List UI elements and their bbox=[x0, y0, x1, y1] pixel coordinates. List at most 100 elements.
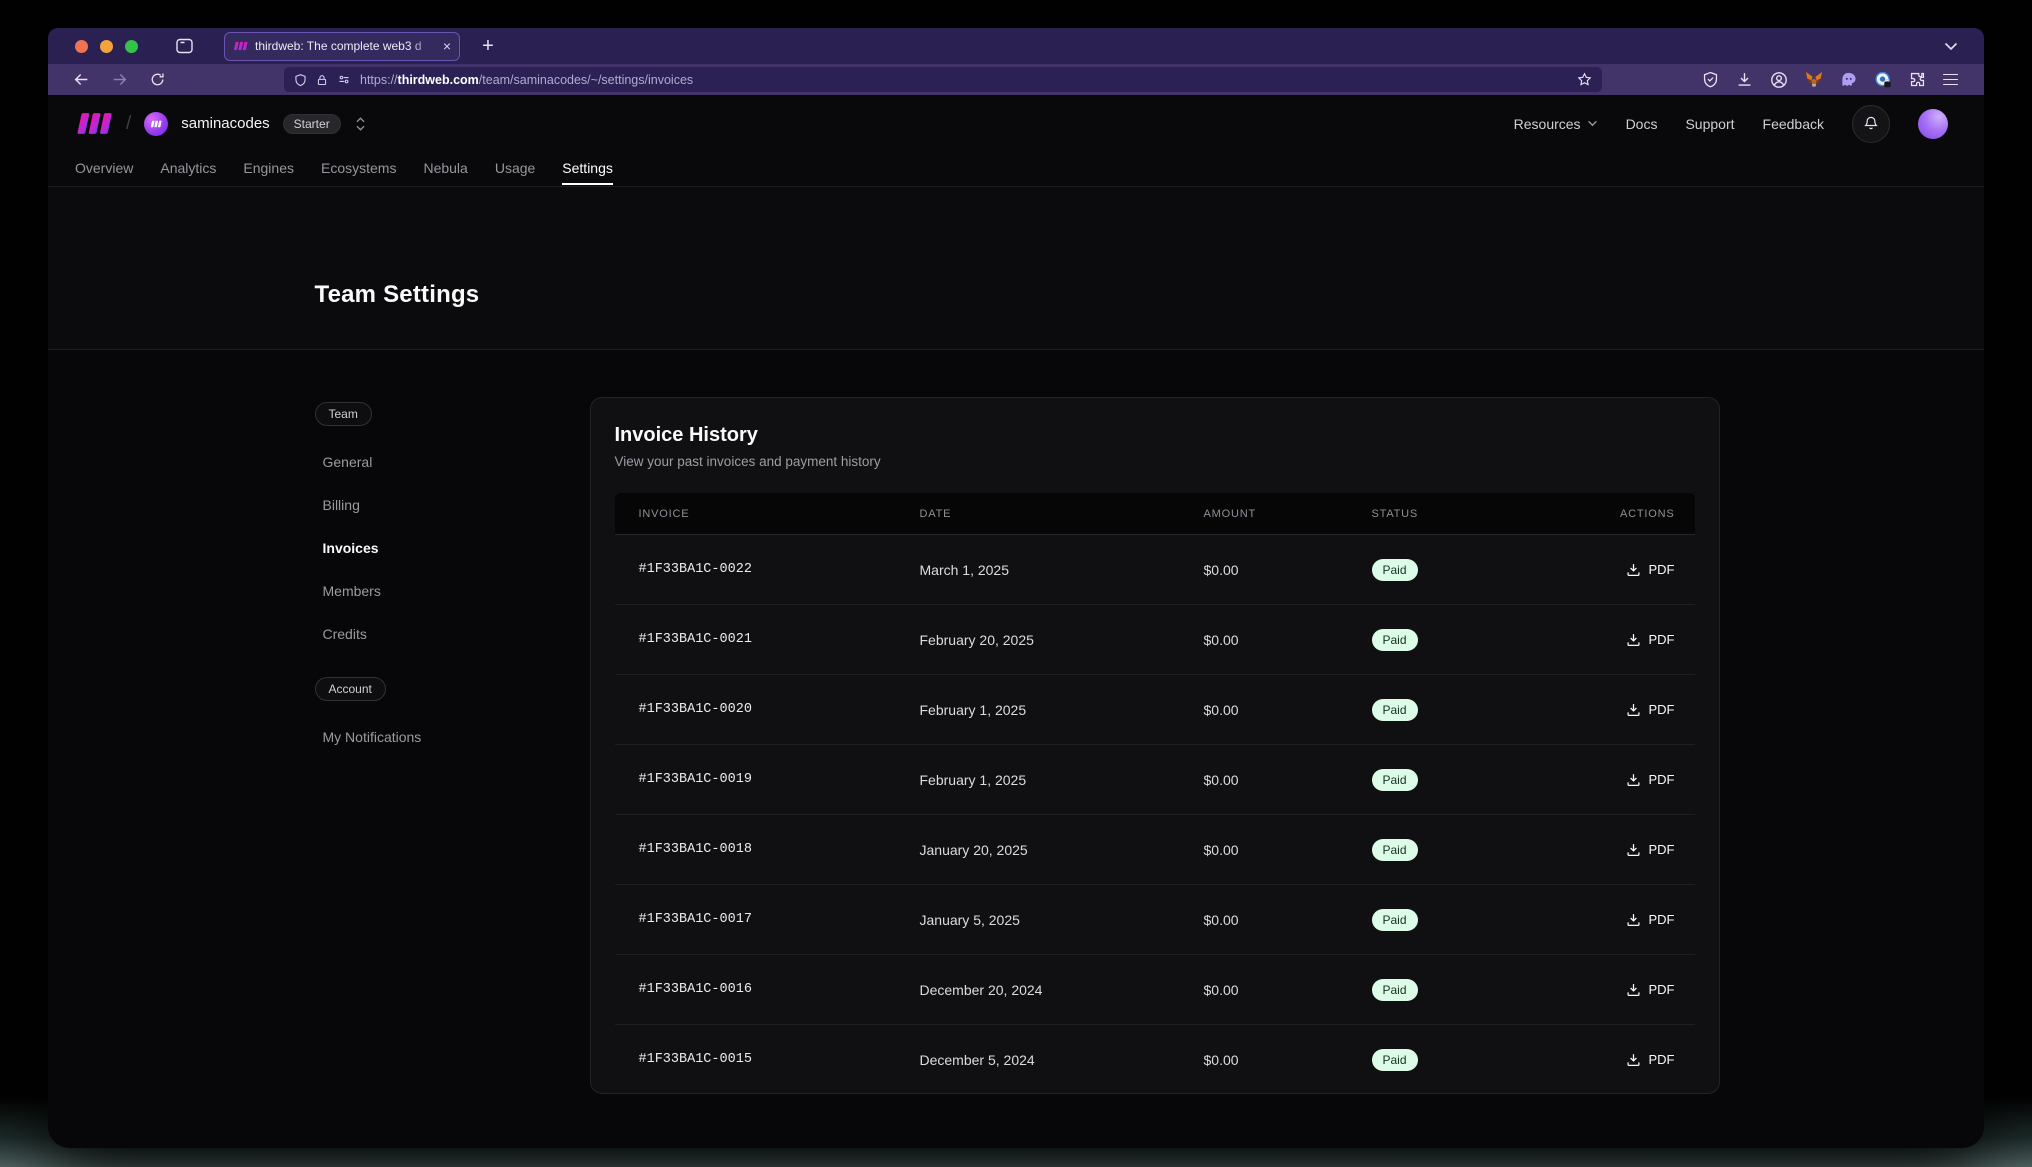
thirdweb-logo[interactable] bbox=[75, 112, 113, 135]
invoice-table: INVOICEDATEAMOUNTSTATUSACTIONS #1F33BA1C… bbox=[615, 493, 1695, 1094]
invoice-history-card: Invoice History View your past invoices … bbox=[590, 397, 1720, 1094]
status-badge: Paid bbox=[1372, 559, 1418, 581]
dashboard-tab[interactable]: Nebula bbox=[423, 152, 467, 185]
window-controls bbox=[75, 40, 138, 53]
bookmark-star-icon[interactable] bbox=[1577, 72, 1592, 87]
account-icon[interactable] bbox=[1770, 71, 1788, 89]
lock-icon[interactable] bbox=[316, 73, 328, 87]
table-row: #1F33BA1C-0016 December 20, 2024 $0.00 P… bbox=[615, 954, 1695, 1024]
tracking-shield-icon[interactable] bbox=[294, 73, 307, 87]
support-link[interactable]: Support bbox=[1685, 116, 1734, 132]
download-pdf-button[interactable]: PDF bbox=[1626, 912, 1675, 927]
download-icon bbox=[1626, 912, 1641, 927]
dashboard-tab[interactable]: Overview bbox=[75, 152, 133, 185]
team-avatar[interactable] bbox=[144, 112, 168, 136]
sidebar-item[interactable]: Billing bbox=[313, 483, 563, 526]
dashboard-tab[interactable]: Ecosystems bbox=[321, 152, 396, 185]
metamask-icon[interactable] bbox=[1805, 71, 1823, 88]
invoice-amount: $0.00 bbox=[1204, 912, 1372, 928]
page-header: Team Settings bbox=[48, 187, 1984, 350]
invoice-date: February 20, 2025 bbox=[920, 632, 1204, 648]
download-pdf-button[interactable]: PDF bbox=[1626, 772, 1675, 787]
card-title: Invoice History bbox=[615, 424, 1695, 447]
tab-list-chevron-icon[interactable] bbox=[1944, 42, 1958, 51]
thirdweb-favicon bbox=[233, 41, 248, 51]
table-body: #1F33BA1C-0022 March 1, 2025 $0.00 Paid bbox=[615, 535, 1695, 1094]
sidebar-toggle-icon[interactable] bbox=[170, 33, 198, 59]
dashboard-tab[interactable]: Usage bbox=[495, 152, 535, 185]
extensions-puzzle-icon[interactable] bbox=[1909, 71, 1926, 88]
download-pdf-button[interactable]: PDF bbox=[1626, 702, 1675, 717]
browser-tab[interactable]: thirdweb: The complete web3 d × bbox=[224, 32, 460, 61]
team-switcher-icon[interactable] bbox=[354, 116, 367, 132]
plan-badge: Starter bbox=[283, 114, 341, 134]
status-badge: Paid bbox=[1372, 909, 1418, 931]
table-row: #1F33BA1C-0019 February 1, 2025 $0.00 Pa… bbox=[615, 744, 1695, 814]
resources-menu[interactable]: Resources bbox=[1514, 116, 1598, 132]
sidebar-group-team: Team GeneralBillingInvoicesMembersCredit… bbox=[313, 402, 563, 655]
column-header: AMOUNT bbox=[1204, 508, 1372, 520]
sidebar-item[interactable]: Credits bbox=[313, 612, 563, 655]
notifications-bell-button[interactable] bbox=[1852, 105, 1890, 143]
invoice-number: #1F33BA1C-0018 bbox=[639, 842, 920, 857]
sidebar-item[interactable]: Invoices bbox=[313, 526, 563, 569]
dashboard-tab[interactable]: Engines bbox=[243, 152, 294, 185]
column-header: ACTIONS bbox=[1620, 508, 1675, 520]
team-name[interactable]: saminacodes bbox=[181, 115, 269, 132]
user-avatar[interactable] bbox=[1918, 109, 1948, 139]
phantom-icon[interactable] bbox=[1840, 71, 1857, 88]
download-pdf-button[interactable]: PDF bbox=[1626, 842, 1675, 857]
sidebar-item[interactable]: My Notifications bbox=[313, 715, 563, 758]
permissions-icon[interactable] bbox=[337, 73, 351, 86]
status-badge: Paid bbox=[1372, 629, 1418, 651]
invoice-amount: $0.00 bbox=[1204, 562, 1372, 578]
status-cell: Paid bbox=[1372, 769, 1617, 791]
shield-check-icon[interactable] bbox=[1702, 71, 1719, 88]
sidebar-group-account: Account My Notifications bbox=[313, 677, 563, 758]
download-pdf-button[interactable]: PDF bbox=[1626, 982, 1675, 997]
download-icon[interactable] bbox=[1736, 71, 1753, 88]
invoice-date: January 5, 2025 bbox=[920, 912, 1204, 928]
forward-button[interactable] bbox=[104, 67, 134, 93]
dashboard-tab[interactable]: Settings bbox=[562, 152, 613, 185]
url-text[interactable]: https://thirdweb.com/team/saminacodes/~/… bbox=[360, 73, 1568, 87]
close-window-button[interactable] bbox=[75, 40, 88, 53]
pdf-label: PDF bbox=[1649, 562, 1675, 577]
feedback-link[interactable]: Feedback bbox=[1763, 116, 1824, 132]
back-button[interactable] bbox=[66, 67, 96, 93]
table-row: #1F33BA1C-0022 March 1, 2025 $0.00 Paid bbox=[615, 535, 1695, 604]
new-tab-button[interactable]: + bbox=[474, 33, 502, 59]
invoice-date: December 20, 2024 bbox=[920, 982, 1204, 998]
menu-icon[interactable] bbox=[1943, 74, 1958, 86]
maximize-window-button[interactable] bbox=[125, 40, 138, 53]
pdf-label: PDF bbox=[1649, 912, 1675, 927]
settings-content: Team GeneralBillingInvoicesMembersCredit… bbox=[313, 350, 1720, 1094]
tab-close-icon[interactable]: × bbox=[443, 39, 451, 53]
invoice-number: #1F33BA1C-0016 bbox=[639, 982, 920, 997]
url-path: /team/saminacodes/~/settings/invoices bbox=[479, 73, 693, 87]
url-scheme: https:// bbox=[360, 73, 398, 87]
sidebar-item[interactable]: General bbox=[313, 440, 563, 483]
chevron-down-icon bbox=[1587, 120, 1598, 127]
page-title: Team Settings bbox=[315, 281, 1720, 309]
column-header: STATUS bbox=[1372, 508, 1617, 520]
url-bar[interactable]: https://thirdweb.com/team/saminacodes/~/… bbox=[284, 67, 1602, 92]
download-pdf-button[interactable]: PDF bbox=[1626, 1052, 1675, 1067]
reload-button[interactable] bbox=[142, 67, 172, 93]
invoice-number: #1F33BA1C-0022 bbox=[639, 562, 920, 577]
table-row: #1F33BA1C-0018 January 20, 2025 $0.00 Pa… bbox=[615, 814, 1695, 884]
wallet-extension-icon[interactable] bbox=[1874, 71, 1892, 89]
settings-sidebar: Team GeneralBillingInvoicesMembersCredit… bbox=[313, 350, 563, 1094]
invoice-number: #1F33BA1C-0015 bbox=[639, 1052, 920, 1067]
resources-label: Resources bbox=[1514, 116, 1581, 132]
docs-link[interactable]: Docs bbox=[1626, 116, 1658, 132]
status-cell: Paid bbox=[1372, 909, 1617, 931]
pdf-label: PDF bbox=[1649, 772, 1675, 787]
download-pdf-button[interactable]: PDF bbox=[1626, 632, 1675, 647]
dashboard-tab[interactable]: Analytics bbox=[160, 152, 216, 185]
pdf-label: PDF bbox=[1649, 632, 1675, 647]
sidebar-item[interactable]: Members bbox=[313, 569, 563, 612]
download-pdf-button[interactable]: PDF bbox=[1626, 562, 1675, 577]
minimize-window-button[interactable] bbox=[100, 40, 113, 53]
card-subtitle: View your past invoices and payment hist… bbox=[615, 454, 1695, 469]
